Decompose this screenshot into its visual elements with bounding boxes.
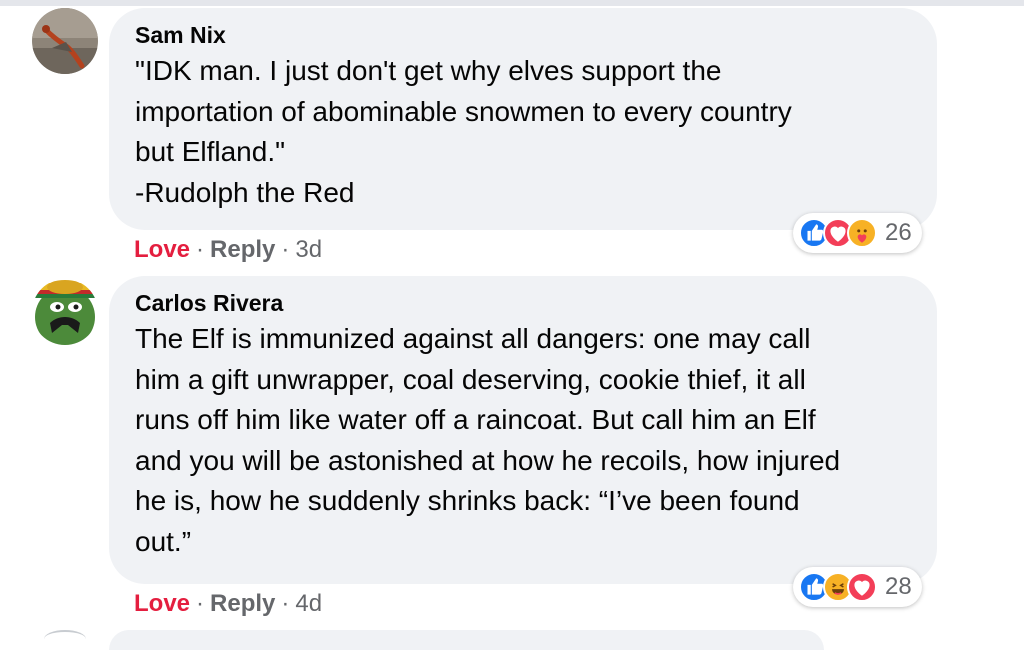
comment-text-line: out.”	[135, 525, 192, 557]
comment-text-line: he is, how he suddenly shrinks back: “I’…	[135, 485, 800, 516]
reply-button[interactable]: Reply	[210, 590, 275, 618]
comment-text-line: and you will be astonished at how he rec…	[135, 444, 841, 476]
reactions-summary[interactable]: 28	[793, 567, 922, 607]
love-action-button[interactable]: Love	[134, 236, 190, 264]
reaction-count: 28	[885, 573, 912, 600]
care-icon	[847, 218, 877, 248]
comment-author[interactable]: Sam Nix	[135, 22, 911, 49]
comment-timestamp[interactable]: 4d	[295, 590, 322, 618]
love-icon	[847, 572, 877, 602]
comment-text-line: "IDK man. I just don't get why elves sup…	[135, 55, 722, 86]
avatar-next-comment[interactable]	[44, 630, 86, 648]
comment-author[interactable]: Carlos Rivera	[135, 290, 911, 317]
love-action-button[interactable]: Love	[134, 590, 190, 618]
avatar-sam-nix[interactable]	[32, 8, 98, 74]
comment-text-line: importation of abominable snowmen to eve…	[135, 95, 792, 127]
separator-dot: ·	[196, 236, 205, 263]
comment-actions: Love · Reply · 4d	[134, 590, 322, 618]
avatar-carlos-rivera[interactable]	[32, 279, 98, 345]
separator-dot: ·	[281, 590, 290, 617]
separator-dot: ·	[196, 590, 205, 617]
comment-text-line: runs off him like water off a raincoat. …	[135, 404, 816, 435]
comment-text-line: The Elf is immunized against all dangers…	[135, 323, 811, 354]
reply-button[interactable]: Reply	[210, 236, 275, 264]
comment-text-line: but Elfland."	[135, 136, 286, 167]
comment-bubble-next	[109, 630, 824, 650]
comment-bubble: Carlos Rivera The Elf is immunized again…	[109, 276, 937, 584]
comment-bubble: Sam Nix "IDK man. I just don't get why e…	[109, 8, 937, 230]
comment-actions: Love · Reply · 3d	[134, 236, 322, 264]
comment-text-line: -Rudolph the Red	[135, 176, 355, 208]
comment-timestamp[interactable]: 3d	[295, 236, 322, 264]
comment-text-line: him a gift unwrapper, coal deserving, co…	[135, 363, 806, 395]
separator-dot: ·	[281, 236, 290, 263]
reaction-count: 26	[885, 219, 912, 246]
top-divider	[0, 0, 1024, 6]
reactions-summary[interactable]: 26	[793, 213, 922, 253]
